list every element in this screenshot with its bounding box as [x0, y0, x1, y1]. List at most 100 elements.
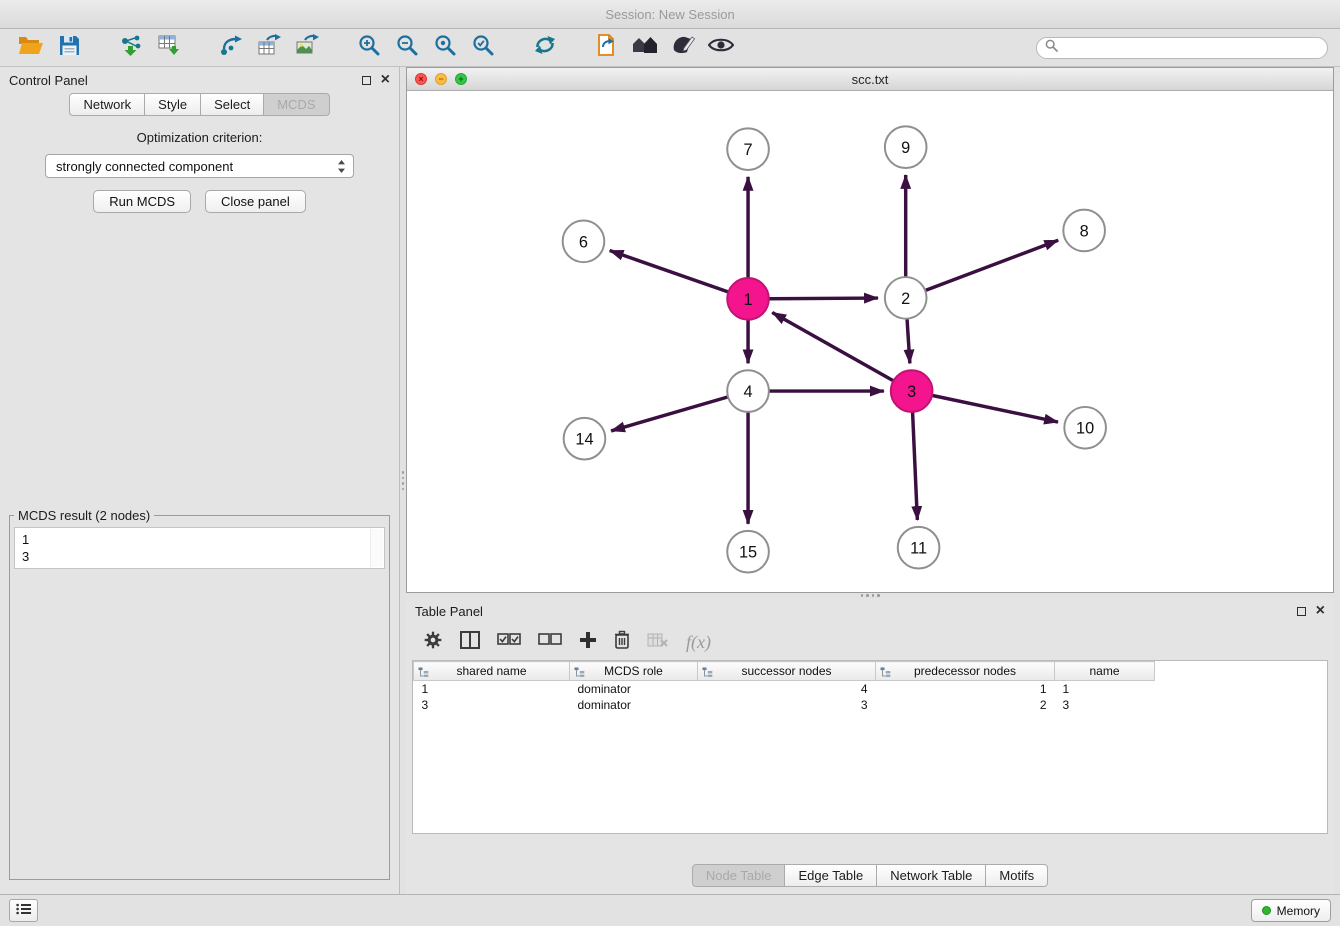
table-row[interactable]: 1dominator411: [414, 681, 1155, 698]
tab-edge-table[interactable]: Edge Table: [785, 864, 877, 887]
edge-1-2[interactable]: [769, 298, 878, 299]
tab-network-table[interactable]: Network Table: [877, 864, 986, 887]
column-header-mcds-role[interactable]: MCDS role: [570, 662, 698, 681]
import-table-button[interactable]: [150, 33, 188, 63]
close-table-panel-icon[interactable]: ×: [1316, 606, 1325, 616]
edge-1-6[interactable]: [610, 251, 729, 292]
column-header-shared-name[interactable]: shared name: [414, 662, 570, 681]
import-table-icon: [157, 34, 182, 62]
zoom-out-button[interactable]: [388, 33, 426, 63]
node-7[interactable]: 7: [727, 128, 769, 170]
refresh-layout-button[interactable]: [526, 33, 564, 63]
network-canvas[interactable]: 7 9 6 8 1 2 4 3 14 10 15 11: [407, 91, 1333, 592]
minimize-window-icon[interactable]: −: [435, 73, 447, 85]
mcds-result-list[interactable]: 13: [14, 527, 385, 569]
table-row[interactable]: 3dominator323: [414, 697, 1155, 713]
node-2[interactable]: 2: [885, 277, 927, 319]
search-field[interactable]: [1036, 37, 1328, 59]
node-11[interactable]: 11: [898, 527, 940, 569]
new-network-button[interactable]: [212, 33, 250, 63]
tab-mcds[interactable]: MCDS: [264, 93, 329, 116]
delete-columns-button[interactable]: [614, 630, 630, 654]
close-panel-icon[interactable]: ×: [381, 75, 390, 85]
save-session-button[interactable]: [50, 33, 88, 63]
control-panel-header: Control Panel ×: [0, 67, 399, 93]
tab-node-table[interactable]: Node Table: [692, 864, 786, 887]
edge-3-10[interactable]: [932, 395, 1058, 422]
tab-network[interactable]: Network: [69, 93, 145, 116]
svg-text:6: 6: [579, 233, 588, 251]
svg-text:7: 7: [744, 141, 753, 159]
node-table[interactable]: shared nameMCDS rolesuccessor nodesprede…: [412, 660, 1328, 834]
control-panel-title: Control Panel: [9, 73, 88, 88]
search-input[interactable]: [1063, 39, 1319, 56]
open-session-button[interactable]: [12, 33, 50, 63]
network-snapshot-button[interactable]: [588, 33, 626, 63]
float-table-panel-icon[interactable]: [1297, 607, 1306, 616]
optimization-criterion-label: Optimization criterion:: [0, 130, 399, 145]
show-columns-button[interactable]: [460, 631, 480, 654]
table-mode-settings-button[interactable]: [423, 630, 443, 655]
node-3[interactable]: 3: [891, 370, 933, 412]
node-8[interactable]: 8: [1063, 210, 1105, 252]
dropdown-stepper-icon: [337, 159, 346, 174]
column-header-successor-nodes[interactable]: successor nodes: [698, 662, 876, 681]
close-window-icon[interactable]: ×: [415, 73, 427, 85]
export-table-icon: [257, 34, 282, 62]
node-6[interactable]: 6: [563, 221, 605, 263]
show-hide-panel-button[interactable]: [702, 33, 740, 63]
svg-text:10: 10: [1076, 420, 1094, 438]
edge-4-14[interactable]: [611, 397, 728, 431]
deselect-all-button[interactable]: [538, 632, 562, 652]
edge-2-3[interactable]: [907, 319, 910, 364]
zoom-fit-button[interactable]: [426, 33, 464, 63]
save-icon: [59, 35, 80, 61]
column-header-predecessor-nodes[interactable]: predecessor nodes: [876, 662, 1055, 681]
tab-motifs[interactable]: Motifs: [986, 864, 1048, 887]
node-1[interactable]: 1: [727, 278, 769, 320]
edge-2-8[interactable]: [925, 240, 1058, 290]
select-all-button[interactable]: [497, 632, 521, 652]
task-history-button[interactable]: [9, 899, 38, 922]
close-panel-button[interactable]: Close panel: [205, 190, 306, 213]
network-window-title: scc.txt: [407, 72, 1333, 87]
zoom-selected-button[interactable]: [464, 33, 502, 63]
tab-select[interactable]: Select: [201, 93, 264, 116]
float-panel-icon[interactable]: [362, 76, 371, 85]
node-4[interactable]: 4: [727, 370, 769, 412]
node-10[interactable]: 10: [1064, 407, 1106, 449]
export-image-button[interactable]: [288, 33, 326, 63]
import-network-button[interactable]: [112, 33, 150, 63]
export-table-button[interactable]: [250, 33, 288, 63]
network-overview-button[interactable]: [626, 33, 664, 63]
mcds-panel: Optimization criterion: strongly connect…: [0, 116, 399, 894]
optimization-dropdown[interactable]: strongly connected component: [45, 154, 354, 178]
node-15[interactable]: 15: [727, 531, 769, 573]
edge-3-1[interactable]: [772, 312, 893, 380]
create-column-button[interactable]: [579, 631, 597, 654]
column-header-name[interactable]: name: [1055, 662, 1155, 681]
mcds-result-line: 1: [22, 531, 377, 548]
node-14[interactable]: 14: [564, 418, 606, 460]
run-mcds-button[interactable]: Run MCDS: [93, 190, 191, 213]
node-9[interactable]: 9: [885, 126, 927, 168]
tab-style[interactable]: Style: [145, 93, 201, 116]
network-overview-icon: [631, 34, 659, 61]
mcds-result-fieldset: MCDS result (2 nodes) 13: [9, 508, 390, 880]
function-builder-button[interactable]: f(x): [686, 632, 711, 653]
edge-3-11[interactable]: [913, 412, 918, 520]
eye-icon: [707, 36, 735, 59]
control-panel-tabs: NetworkStyleSelectMCDS: [0, 93, 399, 116]
table-toolbar: f(x): [406, 624, 1334, 660]
network-graph[interactable]: 7 9 6 8 1 2 4 3 14 10 15 11: [407, 91, 1333, 592]
svg-text:8: 8: [1080, 222, 1089, 240]
zoom-window-icon[interactable]: +: [455, 73, 467, 85]
open-folder-icon: [18, 35, 44, 60]
style-editor-button[interactable]: [664, 33, 702, 63]
zoom-in-icon: [357, 33, 381, 62]
zoom-in-button[interactable]: [350, 33, 388, 63]
memory-button[interactable]: Memory: [1251, 899, 1331, 922]
svg-text:2: 2: [901, 290, 910, 308]
delete-table-button[interactable]: [647, 632, 669, 653]
control-panel: Control Panel × NetworkStyleSelectMCDS O…: [0, 67, 400, 894]
